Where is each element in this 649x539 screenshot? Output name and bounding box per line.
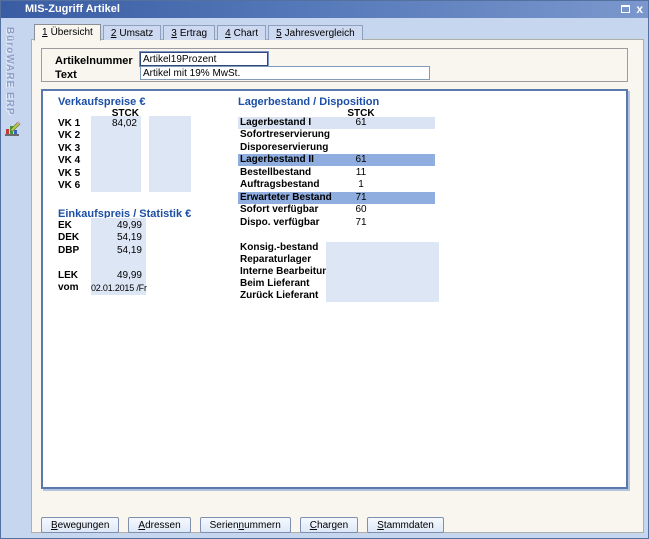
tab-jahresvergleich[interactable]: 5Jahresvergleich (268, 25, 363, 40)
text-label: Text (55, 69, 77, 81)
lager-row-label: Dispo. verfügbar (240, 217, 319, 228)
lager-row-bestellbestand: Bestellbestand11 (238, 167, 435, 179)
tab-label: Umsatz (119, 28, 153, 39)
tab-ertrag[interactable]: 3Ertrag (163, 25, 215, 40)
ek-row-value: 54,19 (91, 245, 142, 256)
seriennummern-button[interactable]: Seriennummern (200, 517, 291, 533)
text-input[interactable] (140, 66, 430, 80)
lager-row-sofort-verfuegbar: Sofort verfügbar60 (238, 204, 435, 216)
stammdaten-button[interactable]: Stammdaten (367, 517, 444, 533)
lager-row-value: 61 (311, 154, 411, 165)
lagerbestand-header: Lagerbestand / Disposition (238, 96, 379, 108)
lager-row-label: Auftragsbestand (240, 179, 319, 190)
close-icon[interactable]: x (636, 4, 643, 14)
tab-number: 4 (225, 28, 231, 39)
lager-row-value: 71 (311, 217, 411, 228)
bewegungen-button[interactable]: Bewegungen (41, 517, 119, 533)
tab-number: 5 (276, 28, 282, 39)
tab-label: Chart (234, 28, 258, 39)
article-header-group: Artikelnummer Text (41, 48, 628, 82)
ek-row-label: EK (58, 220, 72, 231)
tab-umsatz[interactable]: 2Umsatz (103, 25, 161, 40)
lager-row-auftragsbestand: Auftragsbestand1 (238, 179, 435, 191)
lager-row-label: Bestellbestand (240, 167, 311, 178)
extra-stock-box (326, 242, 439, 302)
vk-price-box-2 (149, 116, 191, 192)
lager-row-value: 71 (311, 192, 411, 203)
tab-label: Übersicht (51, 27, 93, 38)
verkaufspreise-header: Verkaufspreise € (58, 96, 145, 108)
tab-number: 3 (171, 28, 177, 39)
overview-panel: Verkaufspreise € STCK VK 1 VK 2 VK 3 VK … (41, 89, 628, 489)
vk-row-label: VK 2 (58, 130, 80, 141)
window-title: MIS-Zugriff Artikel (25, 3, 120, 15)
ek-row-value: 54,19 (91, 232, 142, 243)
lager-row-lagerbestand-1: Lagerbestand I61 (238, 117, 435, 129)
ek-row-label: LEK (58, 270, 78, 281)
lager-extra-row-label: Interne Bearbeitung (240, 266, 334, 277)
lager-row-erwarteter-bestand: Erwarteter Bestand71 (238, 192, 435, 204)
lager-row-disporeservierung: Disporeservierung (238, 142, 435, 154)
tab-content-uebersicht: Artikelnummer Text Verkaufspreise € STCK… (31, 39, 644, 533)
adressen-button[interactable]: Adressen (128, 517, 190, 533)
vk-row-label: VK 1 (58, 118, 80, 129)
ek-row-value: 49,99 (91, 270, 142, 281)
titlebar: MIS-Zugriff Artikel x (1, 1, 648, 18)
ek-vom-date-value: 02.01.2015 /Fr (91, 283, 144, 293)
titlebar-buttons: x (621, 4, 643, 14)
tab-uebersicht[interactable]: 1Übersicht (34, 24, 101, 41)
app-window: MIS-Zugriff Artikel x BüroWARE ERP 1Über… (0, 0, 649, 539)
ek-row-label: DBP (58, 245, 79, 256)
tab-number: 1 (42, 27, 48, 38)
vk-row-value: 84,02 (91, 118, 137, 129)
lager-row-label: Disporeservierung (240, 142, 328, 153)
chart-edit-icon[interactable] (4, 121, 21, 138)
tab-label: Jahresvergleich (285, 28, 355, 39)
lager-row-value: 1 (311, 179, 411, 190)
lager-row-value: 11 (311, 167, 411, 178)
restore-icon[interactable] (621, 5, 630, 13)
tab-chart[interactable]: 4Chart (217, 25, 266, 40)
lager-row-lagerbestand-2: Lagerbestand II61 (238, 154, 435, 166)
lager-row-label: Sofortreservierung (240, 129, 330, 140)
ek-row-label: vom (58, 282, 79, 293)
lager-extra-row-label: Reparaturlager (240, 254, 311, 265)
lager-row-value: 61 (311, 117, 411, 128)
vk-row-label: VK 3 (58, 143, 80, 154)
brand-vertical-label: BüroWARE ERP (4, 27, 15, 127)
ek-row-value: 49,99 (91, 220, 142, 231)
ek-row-label: DEK (58, 232, 79, 243)
lager-row-sofortreservierung: Sofortreservierung (238, 129, 435, 141)
lager-row-dispo-verfuegbar: Dispo. verfügbar71 (238, 217, 435, 229)
footer-button-bar: Bewegungen Adressen Seriennummern Charge… (41, 517, 444, 533)
vk-row-label: VK 6 (58, 180, 80, 191)
vk-row-label: VK 5 (58, 168, 80, 179)
tab-label: Ertrag (180, 28, 207, 39)
lager-row-label: Lagerbestand I (240, 117, 311, 128)
artikelnummer-input[interactable] (140, 52, 268, 66)
tab-bar: 1Übersicht 2Umsatz 3Ertrag 4Chart 5Jahre… (34, 23, 365, 40)
vk-row-label: VK 4 (58, 155, 80, 166)
tab-number: 2 (111, 28, 117, 39)
lager-extra-row-label: Zurück Lieferant (240, 290, 318, 301)
lager-row-label: Sofort verfügbar (240, 204, 318, 215)
lager-row-value: 60 (311, 204, 411, 215)
lager-extra-row-label: Konsig.-bestand (240, 242, 318, 253)
artikelnummer-label: Artikelnummer (55, 55, 133, 67)
lager-row-label: Lagerbestand II (240, 154, 314, 165)
lager-extra-row-label: Beim Lieferant (240, 278, 309, 289)
chargen-button[interactable]: Chargen (300, 517, 358, 533)
